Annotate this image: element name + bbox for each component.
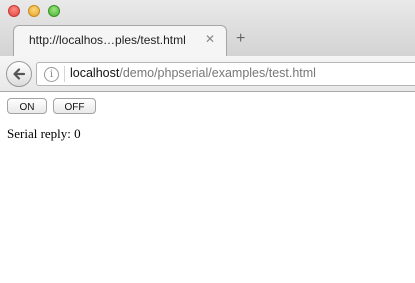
address-divider (64, 66, 65, 82)
url-path: /demo/phpserial/examples/test.html (119, 66, 316, 80)
address-bar[interactable]: i localhost/demo/phpserial/examples/test… (36, 62, 415, 86)
minimize-window-icon[interactable] (28, 5, 40, 17)
tab-close-icon[interactable]: ✕ (205, 32, 215, 46)
back-button[interactable] (6, 61, 32, 87)
browser-titlebar: http://localhos…ples/test.html ✕ + (0, 0, 415, 56)
tab-title: http://localhos…ples/test.html (29, 33, 186, 47)
url-host: localhost (70, 66, 120, 80)
close-window-icon[interactable] (8, 5, 20, 17)
url-text: localhost/demo/phpserial/examples/test.h… (70, 66, 316, 80)
browser-tab[interactable]: http://localhos…ples/test.html ✕ (13, 25, 227, 56)
off-button[interactable]: OFF (53, 98, 96, 114)
new-tab-icon[interactable]: + (236, 30, 245, 48)
serial-reply: Serial reply: 0 (7, 126, 81, 142)
back-arrow-icon (13, 68, 26, 80)
browser-toolbar: i localhost/demo/phpserial/examples/test… (0, 56, 415, 92)
on-button[interactable]: ON (7, 98, 47, 114)
info-icon[interactable]: i (44, 67, 59, 82)
serial-reply-value: 0 (74, 126, 81, 141)
maximize-window-icon[interactable] (48, 5, 60, 17)
serial-reply-label: Serial reply: (7, 126, 71, 141)
